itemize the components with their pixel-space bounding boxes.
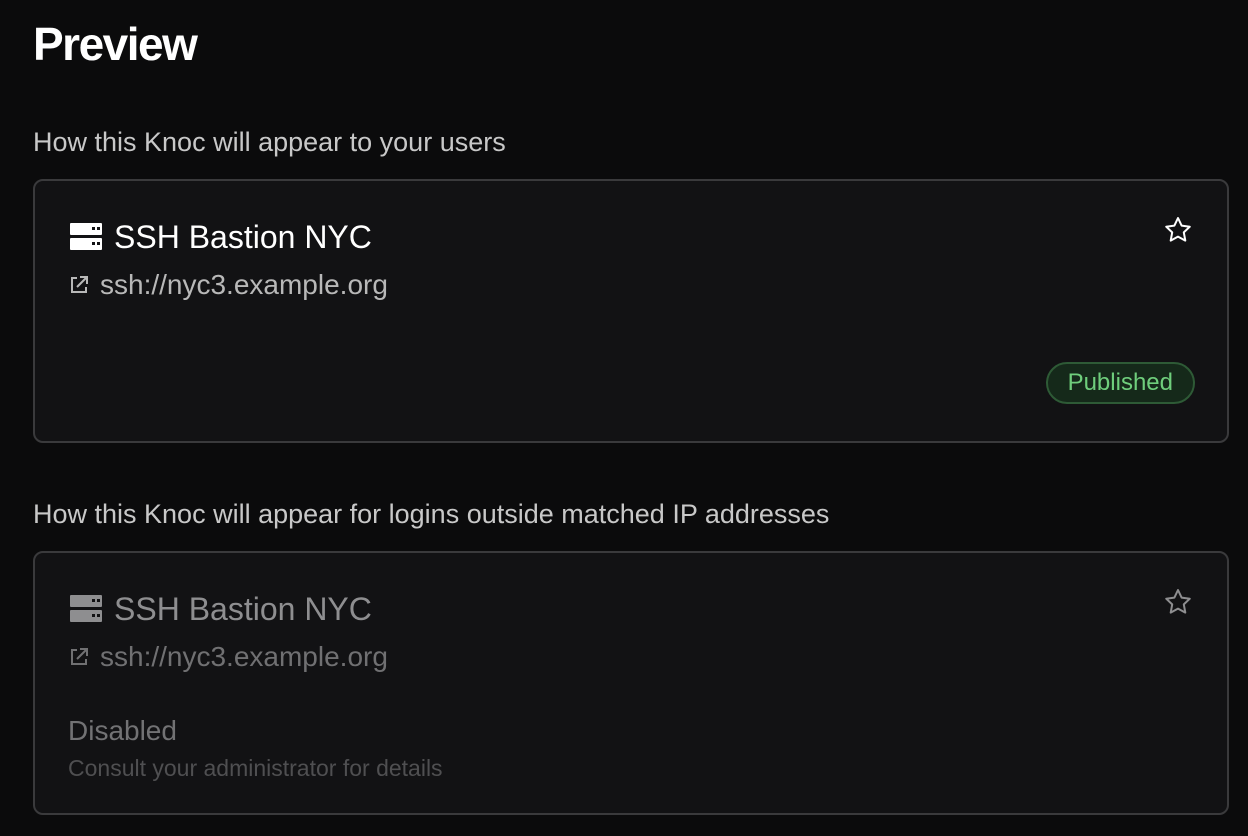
star-icon[interactable] [1163,215,1193,245]
card-title-row: SSH Bastion NYC [70,217,372,257]
knoc-preview-card-disabled[interactable]: SSH Bastion NYC ssh://nyc3.example.org D… [33,551,1229,815]
page-title: Preview [33,18,198,70]
external-link-icon [71,276,88,293]
section-caption-users: How this Knoc will appear to your users [33,127,506,157]
external-link-icon [71,648,88,665]
section-caption-outside-ip: How this Knoc will appear for logins out… [33,499,830,529]
disabled-message: Consult your administrator for details [68,755,443,781]
card-url-row[interactable]: ssh://nyc3.example.org [68,267,388,303]
card-title-row: SSH Bastion NYC [70,589,372,629]
server-icon [70,595,102,622]
knoc-preview-card[interactable]: SSH Bastion NYC ssh://nyc3.example.org P… [33,179,1229,443]
card-title: SSH Bastion NYC [114,219,372,255]
card-url-link[interactable]: ssh://nyc3.example.org [100,639,388,675]
card-url-row[interactable]: ssh://nyc3.example.org [68,639,388,675]
star-icon[interactable] [1163,587,1193,617]
disabled-label: Disabled [68,715,177,746]
server-icon [70,223,102,250]
card-url-link[interactable]: ssh://nyc3.example.org [100,267,388,303]
card-title: SSH Bastion NYC [114,591,372,627]
status-badge: Published [1045,362,1195,404]
